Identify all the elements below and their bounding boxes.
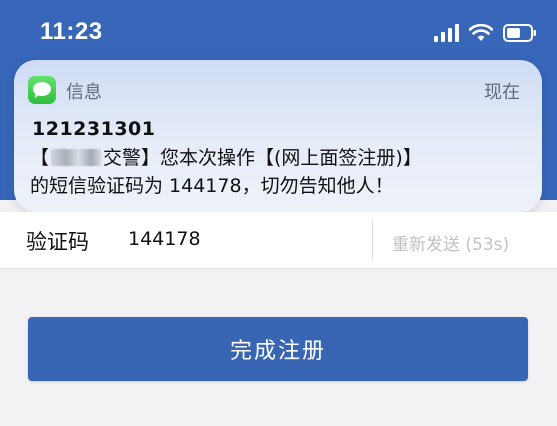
status-time: 11:23 (40, 18, 103, 45)
verification-code-label: 验证码 (26, 230, 89, 254)
status-icons (434, 22, 537, 44)
row-divider (372, 220, 373, 260)
body-line1-prefix: 【 (30, 147, 50, 169)
notification-body: 【 交警】您本次操作【(网上面签注册)】 的短信验证码为 144178，切勿告知他… (30, 144, 530, 200)
resend-code-button[interactable]: 重新发送 (53s) (392, 230, 509, 255)
cellular-signal-icon (434, 24, 459, 42)
sms-notification[interactable]: 信息 现在 121231301 【 交警】您本次操作【(网上面签注册)】 的短信验… (14, 60, 542, 212)
redacted-blur (51, 149, 102, 166)
battery-icon (503, 24, 537, 42)
notification-time: 现在 (484, 82, 520, 103)
notification-app-name: 信息 (66, 82, 102, 103)
complete-registration-button[interactable]: 完成注册 (28, 317, 528, 381)
notification-sender: 121231301 (32, 118, 156, 140)
wifi-icon (469, 24, 493, 42)
verification-code-input[interactable] (128, 228, 328, 250)
verification-code-row: 验证码 重新发送 (53s) (0, 212, 557, 269)
body-line1-suffix: 交警】您本次操作【(网上面签注册)】 (103, 147, 422, 169)
screen: 11:23 信息 现在 121231301 【 交警】您本次操作【(网上面签注册… (0, 0, 557, 426)
status-bar: 11:23 (0, 0, 557, 64)
notification-body-line-1: 【 交警】您本次操作【(网上面签注册)】 (30, 144, 530, 172)
messages-bubble-icon (28, 76, 56, 104)
notification-body-line-2: 的短信验证码为 144178，切勿告知他人！ (30, 175, 394, 197)
